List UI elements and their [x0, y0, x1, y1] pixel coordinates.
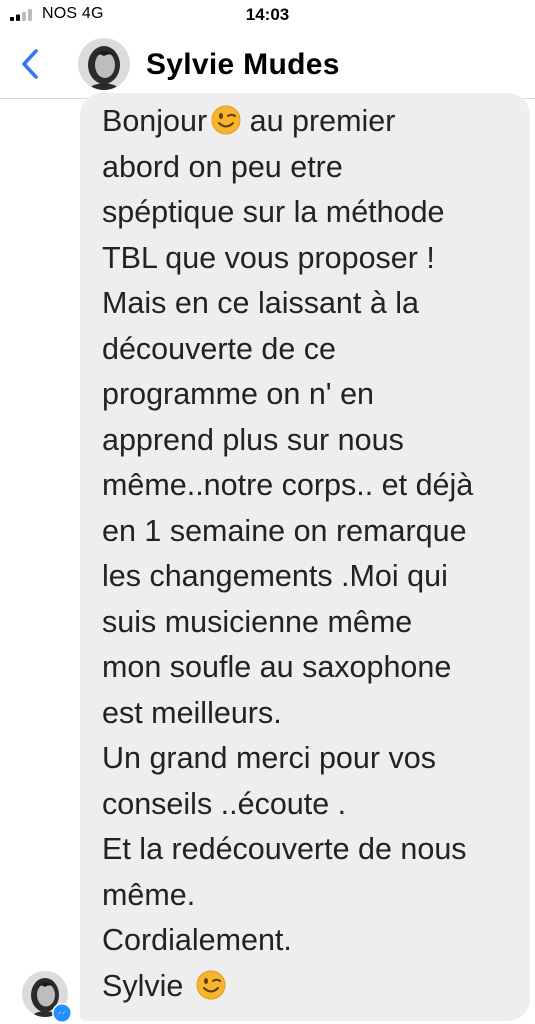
chevron-left-icon [22, 49, 38, 79]
message-line: Et la redécouverte de nous [102, 832, 467, 866]
message-line: en 1 semaine on remarque [102, 513, 467, 548]
message-line: Cordialement. [102, 923, 292, 957]
message-text: Bonjour au premier abord on peu etre spé… [102, 99, 522, 1009]
message-line: conseils ..écoute . [102, 786, 347, 821]
message-line: découverte de ce [102, 331, 336, 366]
message-line: est meilleurs. [102, 695, 282, 730]
message-line: même..notre corps.. et déjà [102, 468, 474, 502]
winking-face-emoji-icon [196, 968, 226, 999]
message-line: mon soufle au saxophone [102, 650, 452, 684]
message-line: abord on peu etre [102, 149, 343, 184]
message-line: TBL que vous proposer ! [102, 240, 435, 275]
back-button[interactable] [12, 44, 48, 84]
message-line: Un grand merci pour vos [102, 741, 436, 775]
status-bar: NOS 4G 14:03 [0, 0, 535, 30]
message-line: suis musicienne même [102, 604, 413, 639]
avatar-photo [78, 38, 130, 90]
contact-avatar[interactable] [78, 38, 130, 90]
message-line: Mais en ce laissant à la [102, 286, 420, 320]
conversation-header: Sylvie Mudes [0, 32, 535, 99]
message-line: programme on n' en [102, 377, 374, 411]
message-line: Sylvie [102, 964, 522, 1010]
message-bubble[interactable]: Bonjour au premier abord on peu etre spé… [80, 93, 530, 1021]
contact-name[interactable]: Sylvie Mudes [146, 48, 340, 82]
message-line: Bonjour au premier [102, 103, 396, 138]
message-thread: Bonjour au premier abord on peu etre spé… [0, 93, 535, 1024]
message-line: même. [102, 877, 196, 912]
messenger-badge-icon [53, 1004, 71, 1022]
winking-face-emoji-icon [211, 103, 241, 135]
status-time: 14:03 [245, 5, 290, 24]
message-line: spéptique sur la méthode [102, 195, 445, 229]
message-line: les changements .Moi qui [102, 559, 448, 593]
message-line: apprend plus sur nous [102, 422, 404, 457]
messenger-badge [52, 1003, 72, 1023]
